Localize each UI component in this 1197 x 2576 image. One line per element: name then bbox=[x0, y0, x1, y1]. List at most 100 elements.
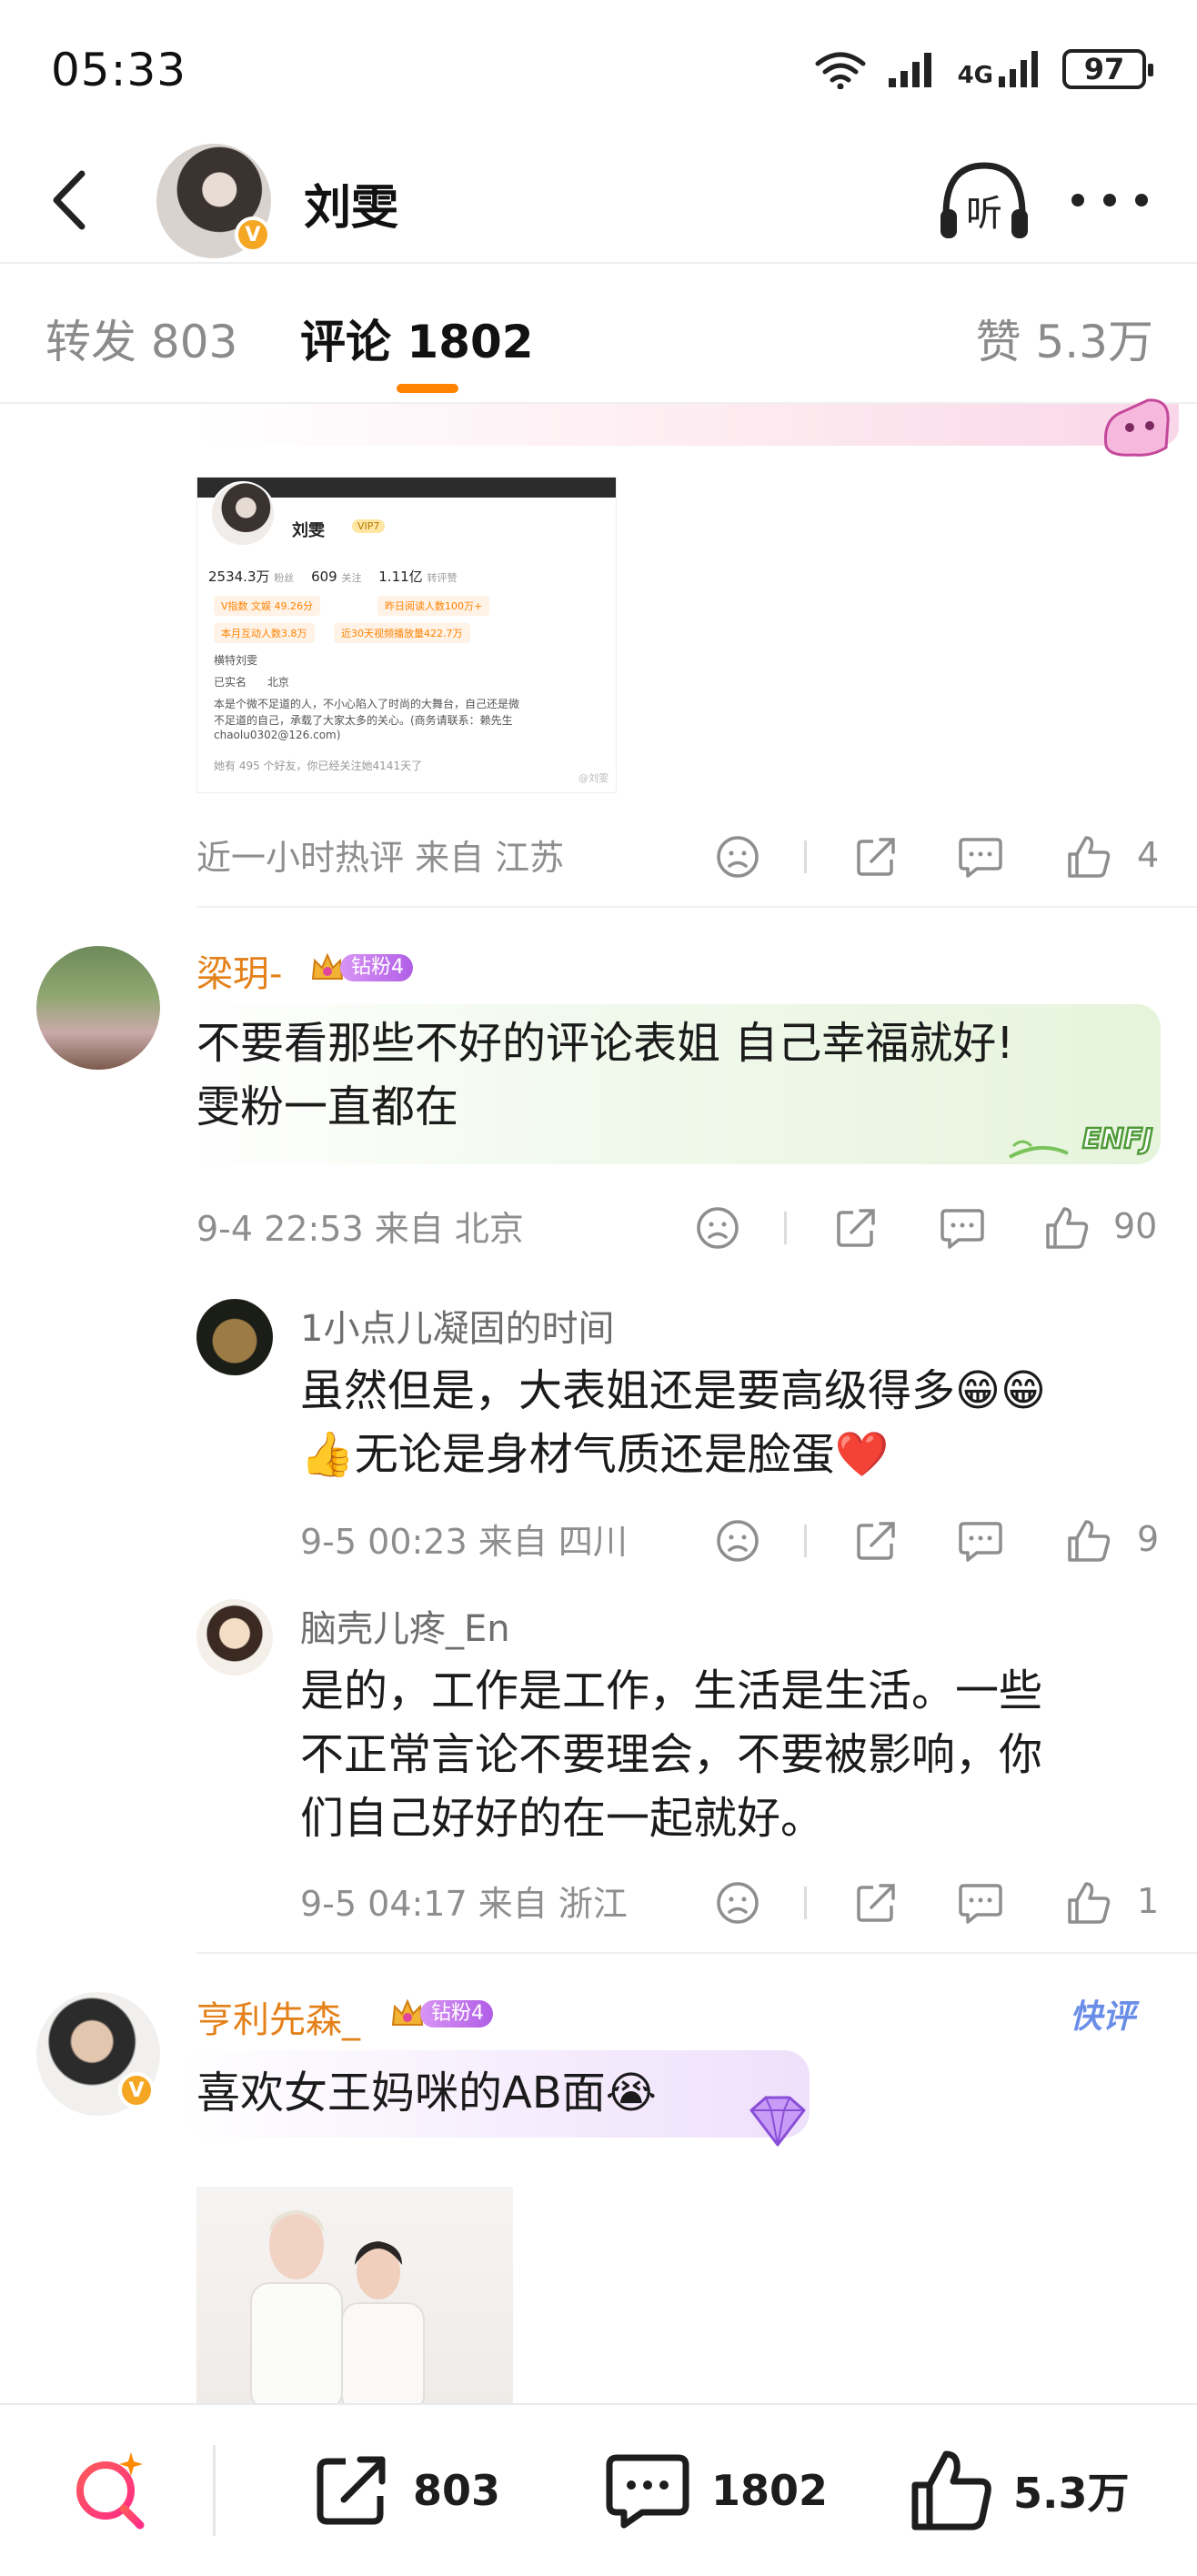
photo-figures bbox=[250, 2210, 425, 2405]
signal-4g-icon: 4G bbox=[958, 49, 1042, 89]
verified-badge-icon: V bbox=[118, 2072, 155, 2108]
headphones-icon: 听 bbox=[940, 162, 1028, 238]
comment-icon bbox=[959, 1884, 1002, 1924]
top-nav-bar: V 刘雯 听 bbox=[0, 136, 1197, 264]
dislike-button[interactable] bbox=[715, 1876, 760, 1930]
share-button[interactable] bbox=[853, 1514, 899, 1568]
repost-button[interactable]: 803 bbox=[309, 2445, 500, 2536]
screenshot-line: 不足道的自己，承载了大家太多的关心。(商务请联系：赖先生 bbox=[214, 714, 513, 727]
thumbs-up-icon bbox=[1068, 1882, 1111, 1924]
listen-button[interactable]: 听 bbox=[937, 158, 1031, 246]
like-button[interactable] bbox=[1066, 1876, 1112, 1930]
share-button[interactable] bbox=[833, 1201, 879, 1255]
svg-text:ENFJ: ENFJ bbox=[1082, 1123, 1152, 1155]
divider bbox=[784, 1212, 787, 1244]
screenshot-line: chaolu0302@126.com) bbox=[214, 729, 341, 741]
screenshot-stats: 2534.3万 粉丝 609 关注 1.11亿 转评赞 bbox=[208, 569, 458, 585]
divider bbox=[804, 840, 807, 873]
thumbs-up-icon bbox=[1068, 1520, 1111, 1562]
dislike-button[interactable] bbox=[695, 1201, 740, 1255]
like-count: 90 bbox=[1113, 1206, 1158, 1246]
like-count: 9 bbox=[1137, 1519, 1160, 1559]
post-tabs: 转发 803 评论 1802 赞 5.3万 bbox=[0, 266, 1197, 404]
screenshot-line: 已实名 北京 bbox=[214, 676, 289, 689]
comment-icon bbox=[959, 1522, 1002, 1562]
share-icon bbox=[857, 838, 895, 876]
tab-comments[interactable]: 评论 1802 bbox=[300, 306, 534, 371]
comment-image-photo[interactable] bbox=[196, 2187, 513, 2405]
like-button[interactable] bbox=[1044, 1201, 1090, 1255]
active-tab-indicator bbox=[397, 384, 458, 393]
share-button[interactable] bbox=[853, 830, 899, 884]
fan-level-badge: 钻粉4 bbox=[389, 1997, 493, 2030]
like-count: 4 bbox=[1137, 835, 1160, 875]
comment-icon bbox=[940, 1209, 984, 1249]
screenshot-vip-badge: VIP7 bbox=[352, 519, 386, 533]
replier-avatar[interactable] bbox=[196, 1599, 273, 1675]
commenter-avatar[interactable] bbox=[36, 946, 160, 1070]
search-comments-button[interactable] bbox=[65, 2445, 156, 2536]
bottom-action-bar: 803 1802 5.3万 bbox=[0, 2403, 1197, 2576]
status-icons: 4G 97 bbox=[814, 44, 1153, 95]
replier-name[interactable]: 脑壳儿疼_En bbox=[300, 1599, 510, 1652]
like-button[interactable] bbox=[1066, 1514, 1112, 1568]
truncated-comment-bubble bbox=[196, 404, 1179, 446]
enfj-sticker-icon: ENFJ bbox=[1009, 1122, 1154, 1159]
screenshot-pill: 昨日阅读人数100万+ bbox=[377, 596, 490, 616]
frown-icon bbox=[717, 1882, 759, 1924]
reply-button[interactable] bbox=[957, 830, 1004, 884]
quick-comment-tag: 快评 bbox=[1070, 1998, 1136, 2036]
screenshot-avatar bbox=[210, 481, 276, 547]
thumbs-up-icon bbox=[1068, 836, 1111, 878]
frown-icon bbox=[717, 836, 759, 878]
more-options-button[interactable] bbox=[1071, 173, 1148, 227]
tab-reposts[interactable]: 转发 803 bbox=[45, 306, 237, 371]
reply-button[interactable] bbox=[957, 1514, 1004, 1568]
like-button[interactable]: 5.3万 bbox=[910, 2445, 1130, 2536]
divider bbox=[804, 1887, 807, 1919]
author-name[interactable]: 刘雯 bbox=[304, 169, 398, 237]
reply-meta: 9-5 04:17 来自 浙江 bbox=[300, 1884, 628, 1924]
reply-meta: 9-5 00:23 来自 四川 bbox=[300, 1522, 628, 1562]
status-time: 05:33 bbox=[51, 44, 187, 96]
screenshot-line: 本是个微不足道的人，不小心陷入了时尚的大舞台，自己还是微 bbox=[214, 698, 520, 710]
share-button[interactable] bbox=[853, 1876, 899, 1930]
comment-button[interactable]: 1802 bbox=[604, 2445, 828, 2536]
sticker-icon bbox=[1103, 398, 1170, 457]
screenshot-line: 她有 495 个好友，你已经关注她4141天了 bbox=[214, 760, 423, 772]
comment-icon bbox=[959, 838, 1002, 878]
search-sparkle-icon bbox=[76, 2452, 145, 2530]
comment-separator bbox=[196, 1952, 1197, 1954]
share-icon bbox=[857, 1522, 895, 1560]
back-button[interactable] bbox=[33, 164, 106, 236]
gem-sticker-icon bbox=[749, 2096, 806, 2147]
dot-icon bbox=[1071, 194, 1084, 206]
screenshot-pill: 本月互动人数3.8万 bbox=[214, 623, 315, 643]
verified-badge-icon: V bbox=[235, 216, 271, 253]
replier-avatar[interactable] bbox=[196, 1299, 273, 1375]
commenter-name[interactable]: 亨利先森_ bbox=[196, 1990, 360, 2043]
share-icon bbox=[837, 1209, 875, 1247]
frown-icon bbox=[697, 1207, 739, 1249]
dislike-button[interactable] bbox=[715, 1514, 760, 1568]
screenshot-line: 横特刘雯 bbox=[214, 654, 258, 667]
wifi-icon bbox=[815, 52, 866, 89]
frown-icon bbox=[717, 1520, 759, 1562]
reply-button[interactable] bbox=[957, 1876, 1004, 1930]
comment-image-profile-screenshot[interactable]: 刘雯 VIP7 2534.3万 粉丝 609 关注 1.11亿 转评赞 V指数 … bbox=[196, 477, 617, 793]
reply-text: 是的，工作是工作，生活是生活。一些 不正常言论不要理会，不要被影响，你 们自己好… bbox=[300, 1665, 1043, 1844]
divider bbox=[213, 2445, 216, 2536]
like-button[interactable] bbox=[1066, 830, 1112, 884]
comment-icon bbox=[606, 2454, 689, 2529]
chevron-left-icon bbox=[53, 170, 86, 230]
reply-button[interactable] bbox=[939, 1201, 986, 1255]
comment-text: 喜欢女王妈咪的AB面😭 bbox=[196, 2068, 657, 2118]
dislike-button[interactable] bbox=[715, 830, 760, 884]
tab-likes[interactable]: 赞 5.3万 bbox=[976, 306, 1153, 371]
comment-text: 不要看那些不好的评论表姐 自己幸福就好! 雯粉一直都在 bbox=[196, 1018, 1014, 1132]
commenter-name[interactable]: 梁玥- bbox=[196, 944, 282, 997]
screenshot-name: 刘雯 bbox=[292, 521, 325, 540]
signal-icon bbox=[888, 53, 931, 87]
replier-name[interactable]: 1小点儿凝固的时间 bbox=[300, 1299, 614, 1352]
screenshot-pill: 近30天视频播放量422.7万 bbox=[334, 623, 470, 643]
